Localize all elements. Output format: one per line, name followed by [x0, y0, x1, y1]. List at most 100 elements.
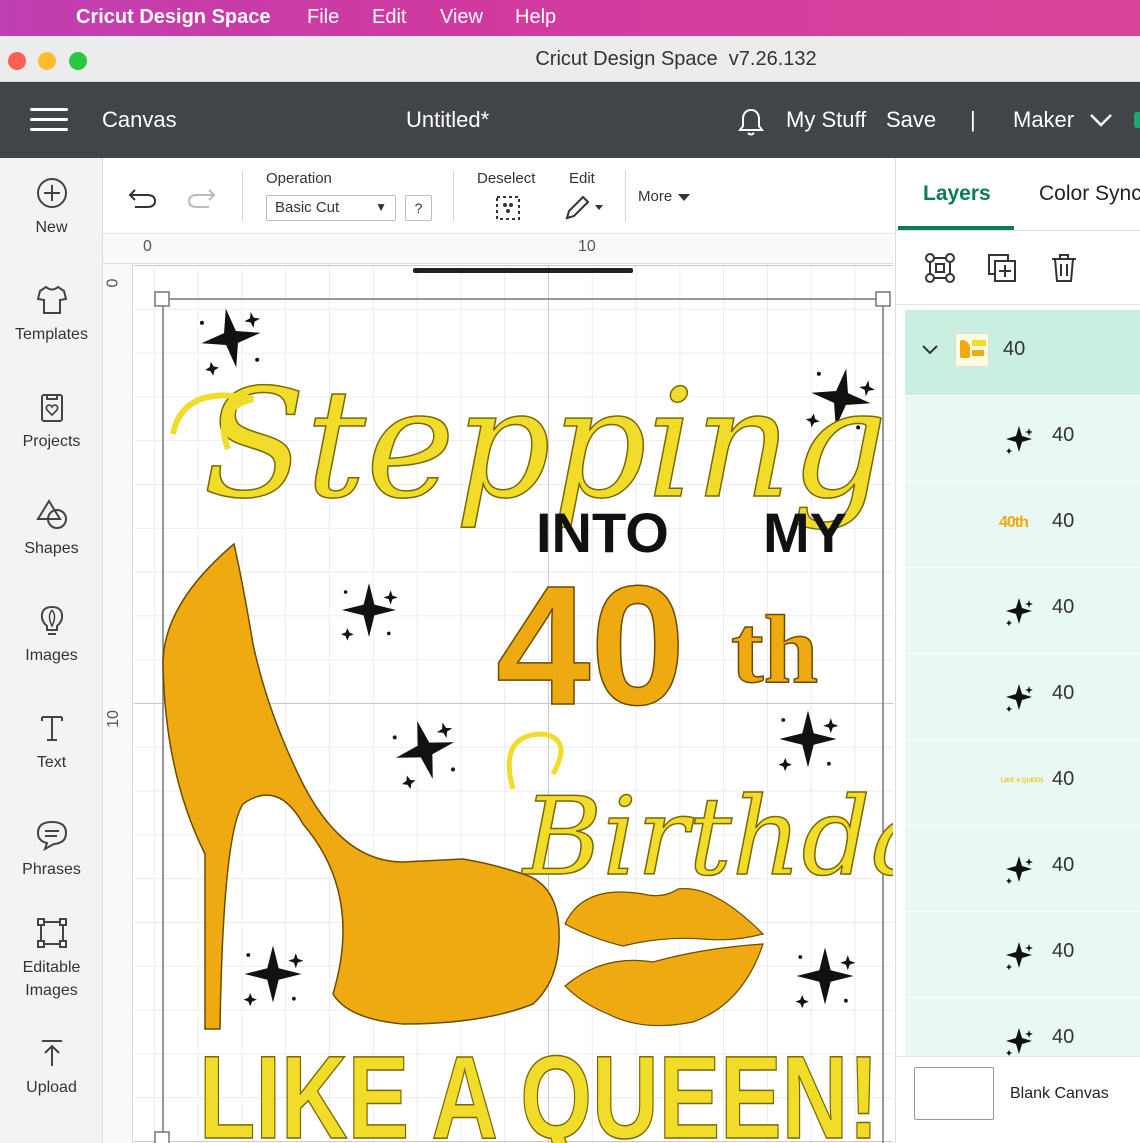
birthday-text[interactable]: Birthday	[520, 774, 893, 901]
sparkle-shape[interactable]	[795, 947, 856, 1009]
project-title[interactable]: Untitled*	[406, 107, 489, 133]
blank-canvas-swatch[interactable]	[914, 1067, 994, 1120]
sparkle-icon	[1002, 938, 1036, 972]
menu-view[interactable]: View	[440, 6, 483, 29]
sidebar-item-new[interactable]: New	[0, 176, 103, 239]
layer-row[interactable]: 40	[905, 568, 1140, 654]
layer-row[interactable]: 40	[905, 654, 1140, 740]
menu-app-name[interactable]: Cricut Design Space	[76, 6, 271, 29]
app-window: Cricut Design Space File Edit View Help …	[0, 0, 1140, 1143]
layer-row[interactable]: LIKE A QUEEN 40	[905, 740, 1140, 826]
shirt-icon	[36, 285, 67, 314]
layer-group-row[interactable]: 40	[905, 310, 1140, 396]
menu-help[interactable]: Help	[515, 6, 556, 29]
caret-down-icon: ▼	[375, 200, 387, 214]
redo-icon[interactable]	[185, 186, 217, 210]
sidebar-item-projects[interactable]: Projects	[0, 390, 103, 453]
chevron-down-icon[interactable]	[1089, 112, 1113, 128]
sidebar-item-phrases[interactable]: Phrases	[0, 818, 103, 881]
sidebar-item-shapes[interactable]: Shapes	[0, 497, 103, 560]
toolbar-divider	[242, 170, 243, 222]
speech-bubble-icon	[36, 820, 67, 852]
group-thumbnail	[955, 333, 989, 367]
pencil-icon[interactable]	[563, 194, 607, 222]
editable-image-icon	[36, 918, 67, 948]
layer-row[interactable]: 40	[905, 396, 1140, 482]
header-separator: |	[970, 107, 976, 132]
tab-layers[interactable]: Layers	[923, 182, 991, 206]
left-sidebar: New Templates Projects Shapes Images Tex…	[0, 158, 103, 1143]
design-artwork[interactable]: Stepping INTO MY 40 th Birthday LIKE A Q…	[103, 234, 893, 1143]
hamburger-icon[interactable]	[30, 108, 68, 132]
layer-name: 40	[1052, 424, 1075, 446]
sidebar-item-label: Editable Images	[22, 959, 81, 999]
save-button[interactable]: Save	[886, 107, 936, 133]
text-icon	[40, 716, 63, 741]
sidebar-item-label: Upload	[26, 1079, 77, 1096]
layer-row[interactable]: 40th 40	[905, 482, 1140, 568]
layer-name: 40	[1052, 510, 1075, 532]
sparkle-shape[interactable]	[341, 583, 398, 641]
deselect-icon[interactable]	[494, 194, 522, 222]
plus-circle-icon	[36, 178, 67, 208]
layer-name: 40	[1003, 338, 1026, 360]
divider	[896, 230, 1140, 231]
layer-name: 40	[1052, 854, 1075, 876]
resize-handle[interactable]	[154, 1131, 170, 1143]
operation-help-button[interactable]: ?	[405, 195, 432, 221]
chevron-down-icon[interactable]	[921, 344, 939, 356]
lightbulb-icon	[40, 605, 63, 635]
shapes-icon	[35, 499, 67, 529]
sparkle-shape[interactable]	[387, 712, 465, 791]
resize-handle[interactable]	[875, 291, 891, 307]
my-text[interactable]: MY	[763, 501, 847, 564]
sidebar-item-upload[interactable]: Upload	[0, 1036, 103, 1099]
menu-edit[interactable]: Edit	[372, 6, 406, 29]
machine-selector[interactable]: Maker	[1013, 107, 1074, 133]
upload-icon	[41, 1040, 62, 1066]
group-icon[interactable]	[924, 252, 956, 284]
th-text[interactable]: th	[730, 595, 819, 705]
sidebar-item-label: Phrases	[22, 861, 81, 878]
window-title-bar: Cricut Design Space v7.26.132	[0, 36, 1140, 82]
layer-name: 40	[1052, 596, 1075, 618]
layer-name: 40	[1052, 682, 1075, 704]
tab-color-sync[interactable]: Color Sync	[1039, 182, 1140, 206]
resize-handle[interactable]	[154, 291, 170, 307]
lips-lower[interactable]	[564, 943, 764, 1027]
deselect-label: Deselect	[477, 170, 536, 187]
operation-value: Basic Cut	[275, 199, 340, 216]
design-canvas[interactable]: 0 10 0 10 Stepping INTO MY 40 th Birthd …	[103, 234, 893, 1143]
sidebar-item-editable-images[interactable]: Editable Images	[0, 916, 103, 1002]
blank-canvas-row[interactable]: Blank Canvas	[896, 1056, 1140, 1143]
layer-row[interactable]: 40	[905, 912, 1140, 998]
menu-file[interactable]: File	[307, 6, 339, 29]
undo-icon[interactable]	[127, 186, 159, 210]
sidebar-item-text[interactable]: Text	[0, 711, 103, 774]
sidebar-item-templates[interactable]: Templates	[0, 283, 103, 346]
my-stuff-link[interactable]: My Stuff	[786, 107, 866, 133]
sparkle-shape[interactable]	[243, 945, 304, 1007]
duplicate-icon[interactable]	[986, 252, 1018, 284]
window-title: Cricut Design Space v7.26.132	[535, 48, 817, 70]
canvas-label: Canvas	[102, 107, 177, 132]
thumb-text	[972, 350, 984, 356]
sidebar-item-label: Shapes	[24, 540, 79, 557]
status-indicator	[1134, 112, 1140, 128]
sparkle-shape[interactable]	[778, 710, 839, 772]
mac-menu-bar: Cricut Design Space File Edit View Help	[0, 0, 1140, 36]
thumb-label: 40th	[999, 514, 1029, 531]
delete-icon[interactable]	[1048, 252, 1080, 284]
operation-label: Operation	[266, 170, 332, 187]
more-button[interactable]: More	[638, 188, 672, 205]
like-a-queen-text[interactable]: LIKE A QUEEN!	[198, 1031, 880, 1143]
forty-text[interactable]: 40	[495, 550, 686, 742]
bell-icon[interactable]	[735, 106, 767, 138]
toolbar-divider	[453, 170, 454, 222]
like-a-queen-thumb: LIKE A QUEEN	[1001, 766, 1043, 800]
operation-select[interactable]: Basic Cut ▼	[266, 195, 396, 221]
sparkle-icon	[1002, 594, 1036, 628]
layer-row[interactable]: 40	[905, 826, 1140, 912]
toolbar-divider	[625, 170, 626, 222]
sidebar-item-images[interactable]: Images	[0, 604, 103, 667]
